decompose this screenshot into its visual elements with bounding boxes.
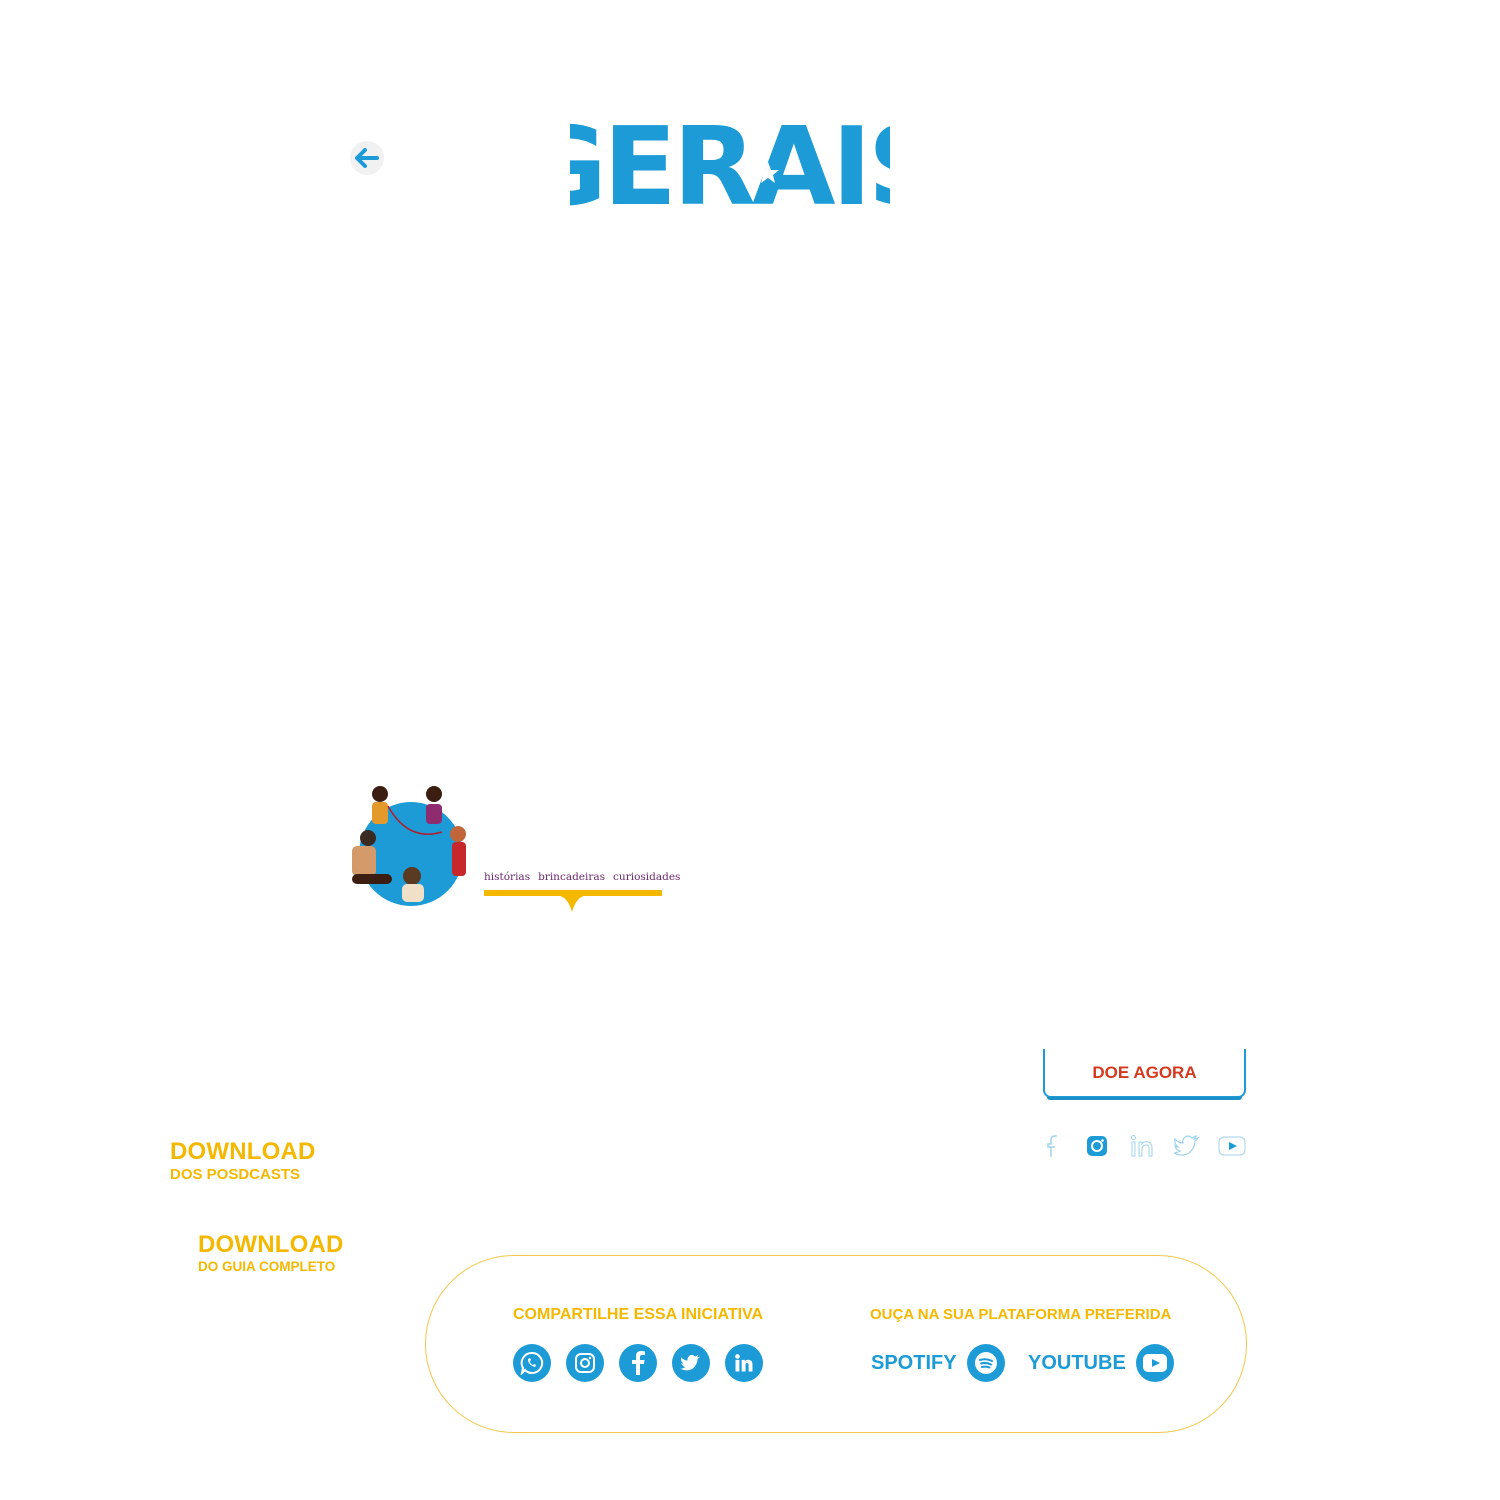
twitter-icon[interactable] — [1173, 1132, 1201, 1160]
download-podcasts-link[interactable]: DOWNLOAD DOS POSDCASTS — [170, 1138, 316, 1183]
download-podcasts-title: DOWNLOAD — [170, 1138, 316, 1165]
twitter-share-icon[interactable] — [672, 1344, 710, 1382]
children-illustration — [352, 786, 466, 906]
download-guide-subtitle: DO GUIA COMPLETO — [198, 1259, 336, 1274]
youtube-label: YOUTUBE — [1028, 1351, 1126, 1374]
youtube-icon[interactable] — [1218, 1132, 1246, 1160]
arrow-left-icon — [355, 148, 379, 168]
tag-brincadeiras: brincadeiras — [538, 871, 606, 883]
linkedin-icon[interactable] — [1128, 1132, 1156, 1160]
donate-label: DOE AGORA — [1092, 1062, 1197, 1082]
facebook-share-icon[interactable] — [619, 1344, 657, 1382]
download-guide-link[interactable]: DOWNLOAD DO GUIA COMPLETO — [198, 1233, 344, 1274]
whatsapp-icon[interactable] — [513, 1344, 551, 1382]
spotify-icon — [966, 1344, 1005, 1382]
book-underline — [484, 890, 662, 912]
download-podcasts-subtitle: DOS POSDCASTS — [170, 1166, 301, 1183]
social-links — [1038, 1132, 1246, 1160]
instagram-share-icon[interactable] — [566, 1344, 604, 1382]
spotify-label: SPOTIFY — [871, 1351, 957, 1374]
page-title: GERAIS — [518, 105, 945, 230]
page-title-text: GERAIS — [570, 108, 890, 212]
listen-title: OUÇA NA SUA PLATAFORMA PREFERIDA — [870, 1306, 1172, 1323]
tagline: histórias brincadeiras curiosidades — [484, 871, 680, 883]
instagram-icon[interactable] — [1083, 1132, 1111, 1160]
spotify-link[interactable]: SPOTIFY — [871, 1344, 1005, 1382]
tag-historias: histórias — [484, 871, 531, 883]
youtube-play-icon — [1135, 1344, 1174, 1382]
linkedin-share-icon[interactable] — [725, 1344, 763, 1382]
download-guide-title: DOWNLOAD — [198, 1231, 344, 1258]
donate-button[interactable]: DOE AGORA — [1043, 1049, 1246, 1100]
back-button[interactable] — [350, 141, 384, 175]
share-title: COMPARTILHE ESSA INICIATIVA — [513, 1306, 764, 1323]
facebook-icon[interactable] — [1038, 1132, 1066, 1160]
share-icons — [513, 1344, 763, 1382]
youtube-link[interactable]: YOUTUBE — [1028, 1344, 1174, 1382]
tag-curiosidades: curiosidades — [613, 871, 681, 883]
